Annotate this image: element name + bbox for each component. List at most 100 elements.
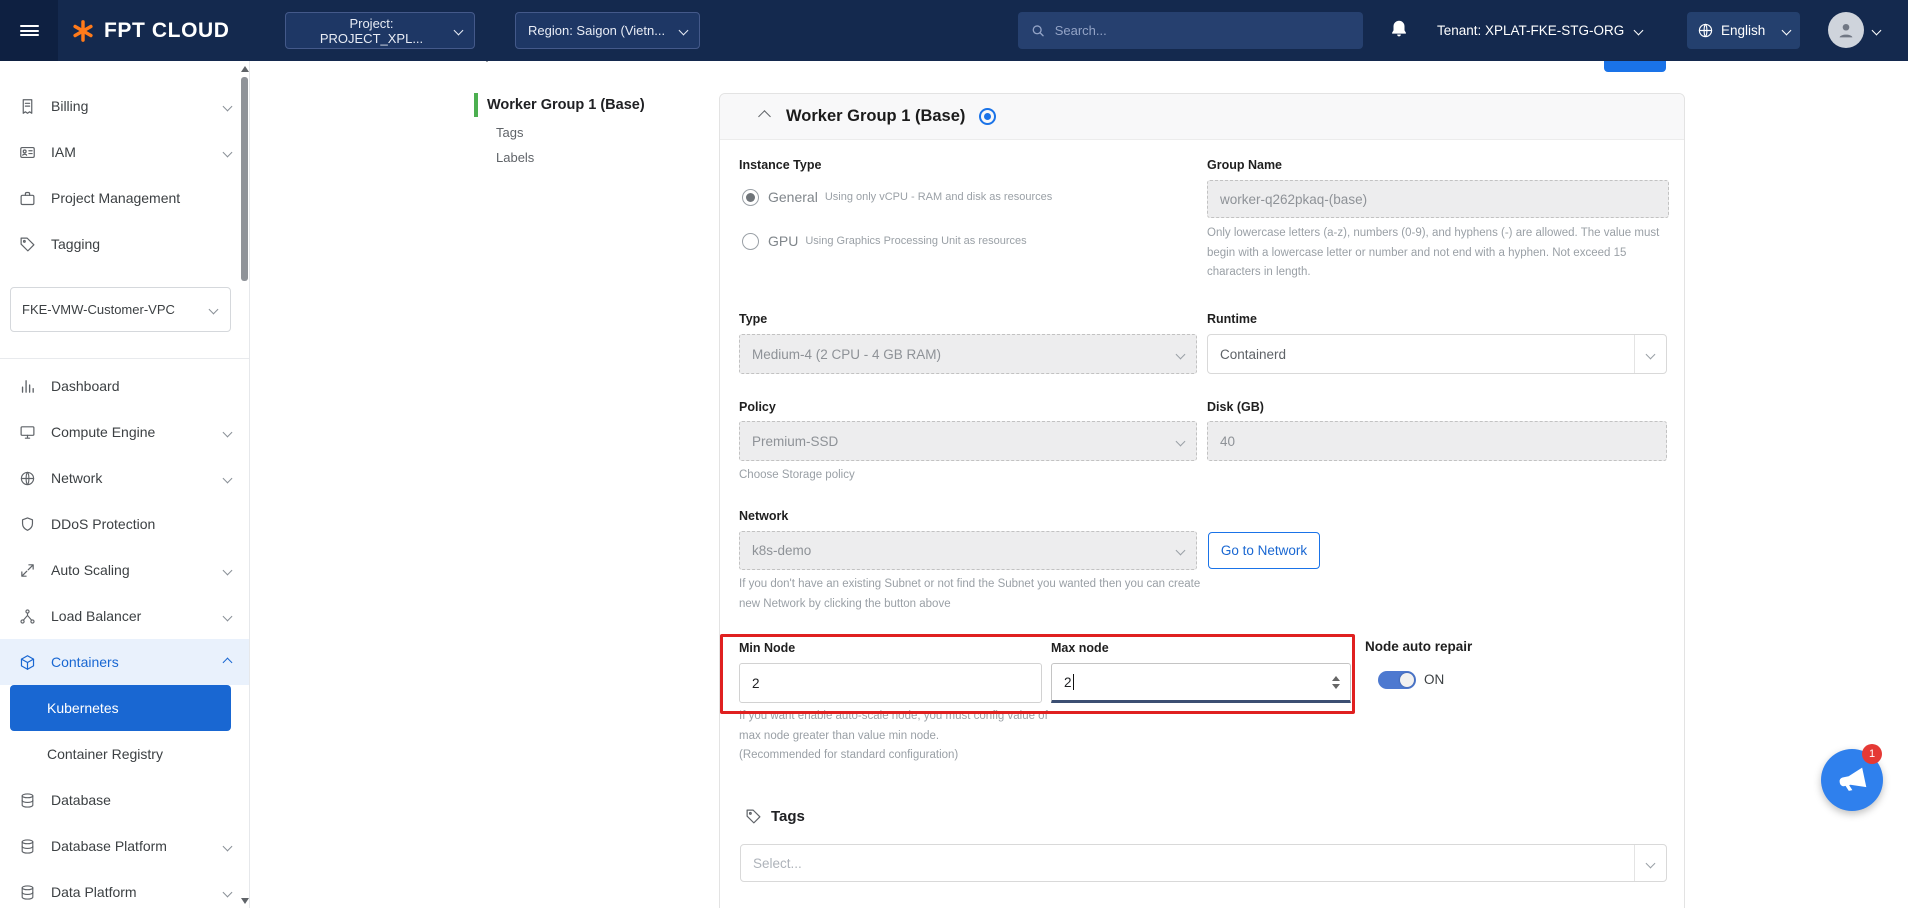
scrollbar-down-arrow[interactable] xyxy=(241,898,249,904)
subnav-item-labels[interactable]: Labels xyxy=(474,149,645,167)
chevron-down-icon xyxy=(1164,532,1196,569)
sidebar-item-kubernetes[interactable]: Kubernetes xyxy=(10,685,231,731)
top-navbar: FPT CLOUD Project: PROJECT_XPL... Region… xyxy=(0,0,1908,61)
min-node-input[interactable] xyxy=(739,663,1042,703)
radio-option-desc: Using Graphics Processing Unit as resour… xyxy=(805,235,1026,247)
subnav-item-tags[interactable]: Tags xyxy=(474,124,645,142)
chevron-down-icon xyxy=(1634,335,1666,373)
sidebar-item-label: Auto Scaling xyxy=(51,562,130,578)
group-name-value: worker-q262pkaq-(base) xyxy=(1220,192,1367,207)
worker-group-card-header: Worker Group 1 (Base) xyxy=(720,94,1684,140)
sidebar-item-database-platform[interactable]: Database Platform xyxy=(0,823,249,869)
search-bar[interactable] xyxy=(1018,12,1363,49)
instance-type-general-option[interactable]: General Using only vCPU - RAM and disk a… xyxy=(742,186,1052,208)
radio-unselected-icon xyxy=(742,233,759,250)
vpc-selector[interactable]: FKE-VMW-Customer-VPC xyxy=(10,287,231,332)
group-name-helper: Only lowercase letters (a-z), numbers (0… xyxy=(1207,224,1677,283)
toggle-state-label: ON xyxy=(1424,672,1444,687)
scrollbar-thumb[interactable] xyxy=(241,77,248,281)
sidebar-item-label: Data Platform xyxy=(51,884,137,900)
sidebar-item-project-management[interactable]: Project Management xyxy=(0,175,249,221)
globe-icon xyxy=(1697,22,1714,39)
shield-icon xyxy=(19,516,36,533)
tags-select[interactable]: Select... xyxy=(740,844,1667,882)
chevron-down-icon xyxy=(1164,335,1196,373)
network-helper: If you don't have an existing Subnet or … xyxy=(739,575,1219,614)
sidebar-item-iam[interactable]: IAM xyxy=(0,129,249,175)
sidebar-item-label: Network xyxy=(51,470,102,486)
chevron-down-icon xyxy=(209,305,219,315)
bell-icon xyxy=(1388,18,1410,40)
disk-value: 40 xyxy=(1220,434,1235,449)
toggle-knob xyxy=(1400,673,1414,687)
search-input[interactable] xyxy=(1055,23,1351,38)
selected-radio-icon[interactable] xyxy=(979,108,996,125)
scrollbar-up-arrow[interactable] xyxy=(241,66,249,72)
go-to-network-button[interactable]: Go to Network xyxy=(1208,532,1320,569)
collapse-chevron-icon[interactable] xyxy=(758,110,771,123)
chevron-down-icon xyxy=(1634,845,1666,881)
sidebar-item-compute-engine[interactable]: Compute Engine xyxy=(0,409,249,455)
sidebar-item-label: Project Management xyxy=(51,190,180,206)
sidebar-item-load-balancer[interactable]: Load Balancer xyxy=(0,593,249,639)
sidebar-item-containers[interactable]: Containers xyxy=(0,639,249,685)
chevron-up-icon xyxy=(223,657,233,667)
chevron-down-icon xyxy=(1782,26,1792,36)
sidebar-item-dashboard[interactable]: Dashboard xyxy=(0,363,249,409)
sidebar-item-data-platform[interactable]: Data Platform xyxy=(0,869,249,908)
monitor-icon xyxy=(19,424,36,441)
chevron-down-icon xyxy=(454,26,464,36)
group-name-label: Group Name xyxy=(1207,158,1282,172)
hamburger-menu-button[interactable] xyxy=(0,0,58,61)
radio-option-name: GPU xyxy=(768,233,798,249)
tenant-selector[interactable]: Tenant: XPLAT-FKE-STG-ORG xyxy=(1437,0,1642,61)
min-node-label: Min Node xyxy=(739,641,795,655)
sidebar-item-ddos-protection[interactable]: DDoS Protection xyxy=(0,501,249,547)
runtime-select[interactable]: Containerd xyxy=(1207,334,1667,374)
instance-type-label: Instance Type xyxy=(739,158,821,172)
notifications-button[interactable] xyxy=(1388,18,1410,40)
sidebar-item-label: DDoS Protection xyxy=(51,516,155,532)
sidebar-item-tagging[interactable]: Tagging xyxy=(0,221,249,267)
max-node-input[interactable]: 2 xyxy=(1051,663,1351,703)
tags-heading-label: Tags xyxy=(771,808,805,825)
subnav-worker-group-title[interactable]: Worker Group 1 (Base) xyxy=(474,93,645,117)
sidebar-item-container-registry[interactable]: Container Registry xyxy=(0,731,249,777)
stepper-down-icon[interactable] xyxy=(1332,684,1340,689)
tag-icon xyxy=(19,236,36,253)
worker-group-subnav: Worker Group 1 (Base) Tags Labels xyxy=(474,93,645,167)
project-selector[interactable]: Project: PROJECT_XPL... xyxy=(285,12,475,49)
sidebar-item-label: Compute Engine xyxy=(51,424,155,440)
database-icon xyxy=(19,838,36,855)
fpt-cloud-logo[interactable]: FPT CLOUD xyxy=(70,0,230,61)
network-select: k8s-demo xyxy=(739,531,1197,570)
cube-icon xyxy=(19,654,36,671)
sidebar-item-auto-scaling[interactable]: Auto Scaling xyxy=(0,547,249,593)
sidebar-item-label: Kubernetes xyxy=(47,700,119,716)
sidebar-item-database[interactable]: Database xyxy=(0,777,249,823)
runtime-label: Runtime xyxy=(1207,312,1257,326)
user-menu[interactable] xyxy=(1828,12,1880,48)
sidebar-item-network[interactable]: Network xyxy=(0,455,249,501)
chevron-down-icon xyxy=(1634,26,1644,36)
node-auto-repair-toggle[interactable] xyxy=(1378,671,1416,689)
sidebar-item-billing[interactable]: Billing xyxy=(0,83,249,129)
instance-type-gpu-option[interactable]: GPU Using Graphics Processing Unit as re… xyxy=(742,230,1027,252)
chevron-down-icon xyxy=(1872,25,1882,35)
search-icon xyxy=(1030,22,1046,39)
tags-select-placeholder: Select... xyxy=(753,856,802,871)
language-selector[interactable]: English xyxy=(1687,12,1800,49)
node-auto-repair-label: Node auto repair xyxy=(1365,639,1472,654)
scale-helper-text: If you want enable auto-scale node, you … xyxy=(739,710,1048,742)
stepper-up-icon[interactable] xyxy=(1332,676,1340,681)
chevron-down-icon xyxy=(223,611,233,621)
bar-chart-icon xyxy=(19,378,36,395)
project-selector-label: Project: PROJECT_XPL... xyxy=(298,16,445,46)
worker-group-title: Worker Group 1 (Base) xyxy=(786,107,965,126)
chevron-down-icon xyxy=(679,26,689,36)
language-label: English xyxy=(1721,23,1765,38)
sidebar-item-label: Container Registry xyxy=(47,746,163,762)
policy-helper: Choose Storage policy xyxy=(739,466,1039,486)
region-selector[interactable]: Region: Saigon (Vietn... xyxy=(515,12,700,49)
number-stepper[interactable] xyxy=(1332,676,1340,689)
